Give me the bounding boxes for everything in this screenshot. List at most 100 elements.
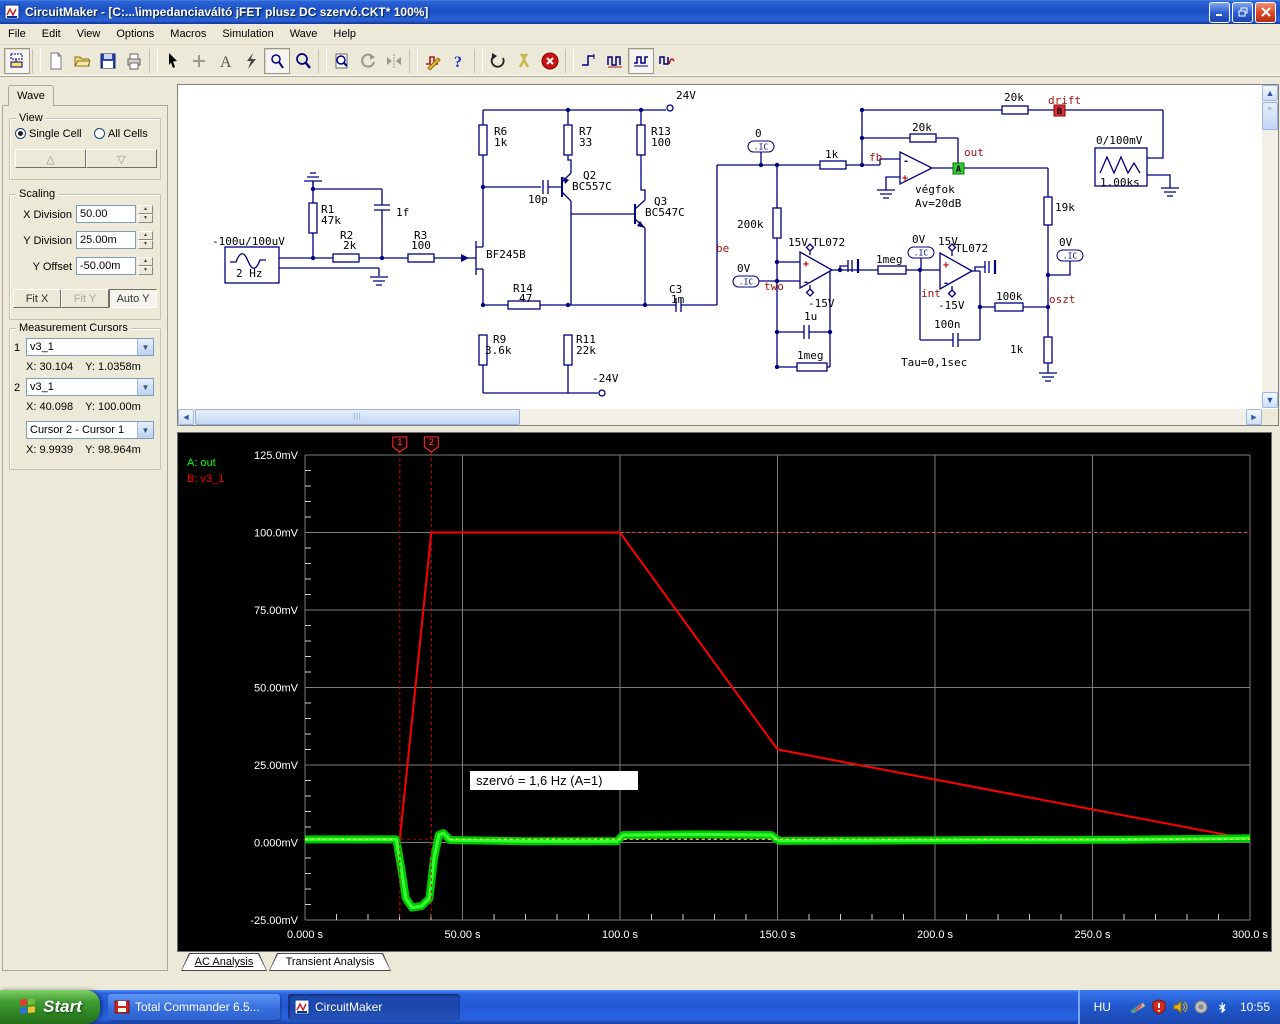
menu-item-file[interactable]: File <box>0 25 34 43</box>
move-plus-icon[interactable] <box>186 48 212 74</box>
menu-item-help[interactable]: Help <box>325 25 364 43</box>
x-division-spinner[interactable]: ▲ ▼ <box>138 205 153 223</box>
spin-up-icon[interactable]: ▲ <box>138 257 153 266</box>
ic-flag-label: .IC <box>754 143 769 152</box>
radio-single-cell-icon[interactable] <box>15 128 26 139</box>
menu-item-view[interactable]: View <box>69 25 109 43</box>
tablet-pen-icon[interactable] <box>1130 999 1146 1015</box>
new-file-icon[interactable] <box>43 48 69 74</box>
part-browser-icon[interactable] <box>4 47 30 74</box>
scroll-left-icon[interactable]: ◄ <box>178 409 194 425</box>
chevron-down-icon[interactable]: ▼ <box>137 339 153 355</box>
chevron-down-icon[interactable]: ▼ <box>137 379 153 395</box>
chevron-down-icon[interactable]: ▼ <box>137 422 153 438</box>
tab-wave[interactable]: Wave <box>8 85 54 106</box>
x-division-label: X Division <box>23 209 72 221</box>
cell-down-button[interactable]: ▽ <box>86 149 157 168</box>
tab-ac-analysis[interactable]: AC Analysis <box>181 953 267 971</box>
y-division-spinner[interactable]: ▲ ▼ <box>138 231 153 249</box>
close-button[interactable] <box>1255 1 1276 23</box>
schematic-hscrollbar[interactable]: ◄ ||| ► <box>178 409 1262 425</box>
spin-up-icon[interactable]: ▲ <box>138 231 153 240</box>
security-shield-icon[interactable] <box>1151 999 1167 1015</box>
tab-transient-analysis[interactable]: Transient Analysis <box>269 953 391 971</box>
volume-icon[interactable] <box>1172 999 1188 1015</box>
svg-text:-: - <box>803 277 809 288</box>
waveform-pane[interactable]: 1 2 125.0mV 100.0mV 75.00mV 50.00mV 25.00mV 0.0… <box>177 432 1272 952</box>
rotate-icon[interactable] <box>355 48 381 74</box>
scroll-down-icon[interactable]: ▼ <box>1262 392 1278 408</box>
toolbar-separator <box>32 48 41 73</box>
help-icon[interactable]: ? <box>446 48 472 74</box>
circuitmaker-window: CircuitMaker - [C:...\impedanciaváltó jF… <box>0 0 1280 1024</box>
menu-item-options[interactable]: Options <box>108 25 162 43</box>
vscroll-thumb[interactable]: ≡ <box>1262 102 1278 130</box>
digital-step-icon[interactable] <box>576 48 602 74</box>
scroll-up-icon[interactable]: ▲ <box>1262 85 1278 101</box>
open-file-icon[interactable] <box>69 48 95 74</box>
wrench-icon[interactable] <box>511 48 537 74</box>
task-circuitmaker[interactable]: CircuitMaker <box>288 994 460 1020</box>
spin-down-icon[interactable]: ▼ <box>138 240 153 249</box>
start-button[interactable]: Start <box>0 990 100 1024</box>
schematic-label: 20k <box>1004 91 1024 104</box>
sound-device-icon[interactable] <box>1193 999 1209 1015</box>
minimize-button[interactable] <box>1209 1 1230 23</box>
radio-single-cell[interactable]: Single Cell <box>15 128 82 140</box>
edit-simulation-icon[interactable] <box>420 48 446 74</box>
zoom-page-icon[interactable] <box>329 48 355 74</box>
schematic-label: oszt <box>1049 293 1076 306</box>
cursor-diff-select[interactable]: Cursor 2 - Cursor 1 ▼ <box>26 421 154 439</box>
scope-icon[interactable] <box>628 47 654 74</box>
bluetooth-icon[interactable] <box>1214 999 1230 1015</box>
x-division-input[interactable] <box>76 205 136 223</box>
waveform-plot[interactable]: 1 2 125.0mV 100.0mV 75.00mV 50.00mV 25.00mV 0.0… <box>178 433 1271 951</box>
schematic-vscrollbar[interactable]: ▲ ≡ ▼ <box>1262 85 1278 408</box>
schematic-canvas[interactable]: -+ +- +- -100u/100uV2 HzR147k1fR22kR3100… <box>178 85 1262 408</box>
text-tool-icon[interactable]: A <box>212 48 238 74</box>
zoom-tool-icon[interactable] <box>290 48 316 74</box>
auto-y-button[interactable]: Auto Y <box>109 289 157 308</box>
radio-all-cells-icon[interactable] <box>94 128 105 139</box>
select-arrow-icon[interactable] <box>160 48 186 74</box>
cursor1-signal-select[interactable]: v3_1 ▼ <box>26 338 154 356</box>
fit-x-button[interactable]: Fit X <box>13 289 61 308</box>
language-indicator[interactable]: HU <box>1094 1000 1111 1014</box>
y-offset-input[interactable] <box>76 257 136 275</box>
schematic-label: 1f <box>396 206 409 219</box>
schematic-label: 1meg <box>876 253 903 266</box>
stop-icon[interactable] <box>537 48 563 74</box>
reset-icon[interactable] <box>485 48 511 74</box>
measurement-cursors-groupbox: Measurement Cursors 1 v3_1 ▼ X: 30.104 Y… <box>9 322 161 470</box>
schematic-label: 20k <box>912 121 932 134</box>
spin-down-icon[interactable]: ▼ <box>138 266 153 275</box>
cursor2-signal-select[interactable]: v3_1 ▼ <box>26 378 154 396</box>
y-division-input[interactable] <box>76 231 136 249</box>
menu-item-edit[interactable]: Edit <box>34 25 69 43</box>
restore-button[interactable] <box>1232 1 1253 23</box>
cursor-1-flag-label: 1 <box>397 437 402 447</box>
cell-up-button[interactable]: △ <box>15 149 86 168</box>
menu-item-simulation[interactable]: Simulation <box>214 25 281 43</box>
cursor-2-flag-label: 2 <box>429 437 434 447</box>
spin-up-icon[interactable]: ▲ <box>138 205 153 214</box>
mixed-signal-icon[interactable] <box>654 48 680 74</box>
hscroll-thumb[interactable]: ||| <box>195 409 520 425</box>
menu-item-wave[interactable]: Wave <box>282 25 326 43</box>
spin-down-icon[interactable]: ▼ <box>138 214 153 223</box>
pulse-icon[interactable] <box>602 48 628 74</box>
y-offset-spinner[interactable]: ▲ ▼ <box>138 257 153 275</box>
mirror-icon[interactable] <box>381 48 407 74</box>
menu-item-macros[interactable]: Macros <box>162 25 214 43</box>
wire-tool-icon[interactable] <box>238 48 264 74</box>
fit-y-button[interactable]: Fit Y <box>61 289 109 308</box>
probe-tool-icon[interactable] <box>264 47 290 74</box>
print-icon[interactable] <box>121 48 147 74</box>
save-icon[interactable] <box>95 48 121 74</box>
taskbar-clock[interactable]: 10:55 <box>1240 1000 1270 1014</box>
scroll-right-icon[interactable]: ► <box>1246 409 1262 425</box>
radio-all-cells[interactable]: All Cells <box>94 128 148 140</box>
task-total-commander[interactable]: Total Commander 6.5... <box>108 994 280 1020</box>
x-axis-tick-label: 150.0 s <box>759 929 796 941</box>
schematic-label: 1k <box>1010 343 1024 356</box>
